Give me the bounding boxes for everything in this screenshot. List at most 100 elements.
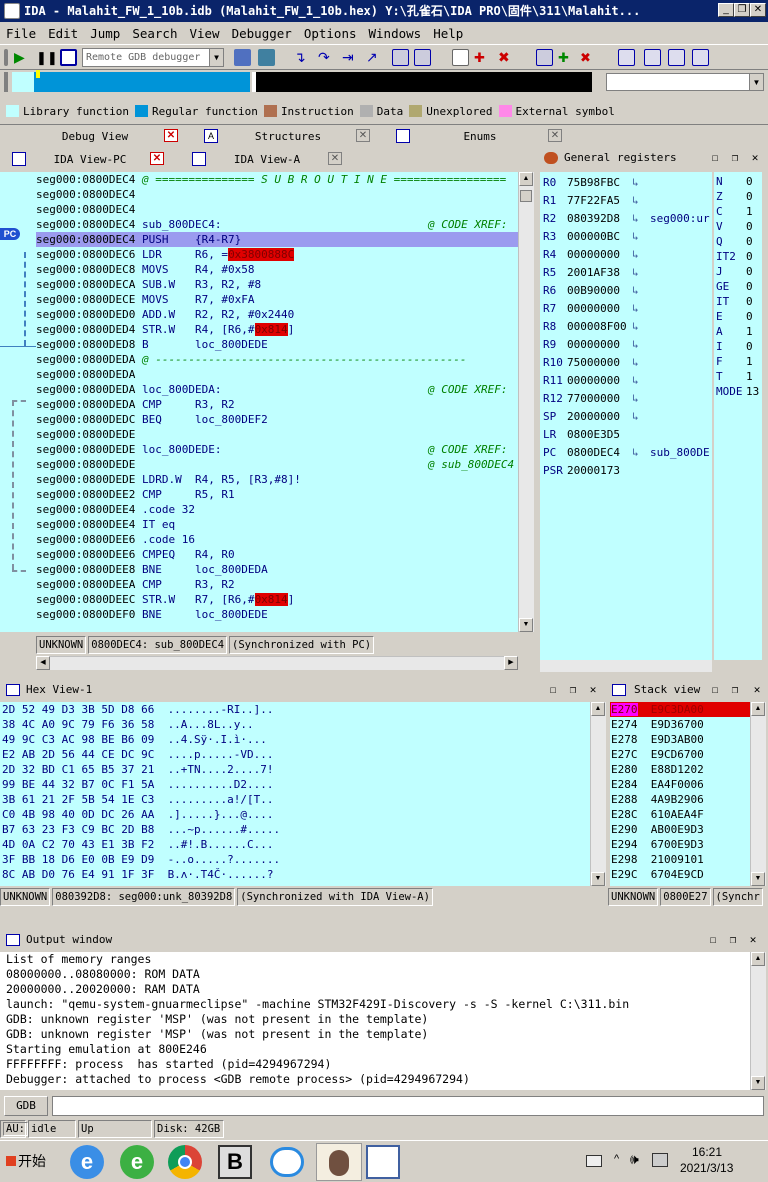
asm-line[interactable]: seg000:0800DEE6 .code 16 (36, 532, 518, 547)
hex-row[interactable]: 8C AB D0 76 E4 91 1F 3F B.ʌ·.T4Č·......? (2, 867, 590, 882)
stack-row[interactable]: E29C 6704E9CD (610, 867, 750, 882)
add-trace-icon[interactable]: ✚ (558, 49, 575, 66)
asm-line[interactable]: seg000:0800DEE8 BNE loc_800DEDA (36, 562, 518, 577)
flag-row[interactable]: IT 0 (714, 294, 762, 309)
restore-icon[interactable]: ❐ (728, 151, 742, 165)
cloud-app-icon[interactable] (270, 1147, 304, 1177)
register-row[interactable]: R0 75B98FBC ↳ (540, 174, 712, 192)
register-row[interactable]: R1 77F22FA5 ↳ (540, 192, 712, 210)
clock-date[interactable]: 2021/3/13 (680, 1161, 733, 1175)
asm-line[interactable]: seg000:0800DED0 ADD.W R2, R2, #0x2440 (36, 307, 518, 322)
flag-row[interactable]: I0 (714, 339, 762, 354)
stack-row[interactable]: E280 E88D1202 (610, 762, 750, 777)
asm-line[interactable]: seg000:0800DECA SUB.W R3, R2, #8 (36, 277, 518, 292)
network-icon[interactable] (652, 1153, 668, 1167)
jump-arrow-icon[interactable]: ↳ (632, 372, 639, 390)
register-row[interactable]: R8 000008F00 ↳ (540, 318, 712, 336)
hex-row[interactable]: 4D 0A C2 70 43 E1 3B F2 ..#!.B......C... (2, 837, 590, 852)
flag-row[interactable]: IT2 0 (714, 249, 762, 264)
stack-row[interactable]: E298 21009101 (610, 852, 750, 867)
asm-line[interactable]: seg000:0800DEDA loc_800DEDA: @ CODE XREF: (36, 382, 518, 397)
stack-row[interactable]: E288 4A9B2906 (610, 792, 750, 807)
scroll-up-button[interactable]: ▲ (591, 702, 605, 716)
asm-line[interactable]: seg000:0800DEC4 PUSH {R4-R7} (36, 232, 518, 247)
close-icon[interactable]: ✕ (164, 129, 178, 142)
menu-windows[interactable]: Windows (363, 26, 428, 41)
output-scrollbar[interactable] (750, 952, 766, 1090)
menu-help[interactable]: Help (427, 26, 469, 41)
asm-line[interactable]: seg000:0800DEC4 (36, 187, 518, 202)
hex-row[interactable]: 49 9C C3 AC 98 BE B6 09 ..4.Sÿ·.I.ì·... (2, 732, 590, 747)
ie-icon[interactable]: e (70, 1145, 104, 1179)
disassembly-listing[interactable]: seg000:0800DEC4 @ =============== S U B … (36, 172, 518, 632)
delete-breakpoint-icon[interactable]: ✖ (498, 49, 515, 66)
jump-arrow-icon[interactable]: ↳ (632, 318, 639, 336)
minimize-icon[interactable]: ☐ (708, 151, 722, 165)
scroll-up-button[interactable]: ▲ (751, 702, 765, 716)
minimize-icon[interactable]: ☐ (546, 683, 560, 697)
close-icon[interactable]: ✕ (750, 683, 764, 697)
regs-hscroll[interactable] (540, 660, 712, 672)
flag-row[interactable]: N0 (714, 174, 762, 189)
jump-arrow-icon[interactable]: ↳ (632, 228, 639, 246)
menu-debugger[interactable]: Debugger (226, 26, 298, 41)
remove-trace-icon[interactable]: ✖ (580, 49, 597, 66)
asm-line[interactable]: seg000:0800DEDA CMP R3, R2 (36, 397, 518, 412)
register-row[interactable]: R3 000000BC ↳ (540, 228, 712, 246)
restore-icon[interactable]: ❐ (726, 933, 740, 947)
asm-line[interactable]: seg000:0800DEC4 @ =============== S U B … (36, 172, 518, 187)
asm-hscroll[interactable] (36, 656, 518, 670)
minimize-button[interactable]: _ (718, 3, 734, 17)
flag-row[interactable]: T1 (714, 369, 762, 384)
register-row[interactable]: R6 00B90000 ↳ (540, 282, 712, 300)
asm-line[interactable]: seg000:0800DEEC STR.W R7, [R6,#0x814] (36, 592, 518, 607)
hex-dump[interactable]: 2D 52 49 D3 3B 5D D8 66 ........-RI..]..… (0, 702, 590, 886)
volume-icon[interactable]: 🕪 (630, 1151, 639, 1168)
asm-line[interactable]: seg000:0800DED8 B loc_800DEDE (36, 337, 518, 352)
close-icon[interactable]: ✕ (586, 683, 600, 697)
menu-edit[interactable]: Edit (42, 26, 84, 41)
stack-list[interactable]: E270 E9C3DA00 E274 E9D36700 E278 E9D3AB00 E… (610, 702, 750, 886)
asm-line[interactable]: seg000:0800DED4 STR.W R4, [R6,#0x814] (36, 322, 518, 337)
hex-row[interactable]: 2D 32 BD C1 65 B5 37 21 ..+TN....2....7! (2, 762, 590, 777)
jump-arrow-icon[interactable]: ↳ (632, 354, 639, 372)
menu-file[interactable]: File (0, 26, 42, 41)
list3-icon[interactable] (692, 49, 709, 66)
chrome-icon[interactable] (168, 1145, 202, 1179)
flag-row[interactable]: A1 (714, 324, 762, 339)
windows-icon[interactable] (392, 49, 409, 66)
notepad-icon[interactable] (366, 1145, 400, 1179)
step-into-icon[interactable]: ↴ (294, 49, 311, 66)
close-icon[interactable]: ✕ (150, 152, 164, 165)
register-row[interactable]: R12 77000000 ↳ (540, 390, 712, 408)
asm-line[interactable]: seg000:0800DECE MOVS R7, #0xFA (36, 292, 518, 307)
cli-language-button[interactable]: GDB (4, 1096, 48, 1116)
browser360-icon[interactable]: e (120, 1145, 154, 1179)
jump-arrow-icon[interactable]: ↳ (632, 390, 639, 408)
nav-band-unexplored[interactable] (256, 72, 592, 92)
asm-line[interactable]: seg000:0800DEC8 MOVS R4, #0x58 (36, 262, 518, 277)
step-out-icon[interactable]: ↗ (366, 49, 383, 66)
output-log[interactable]: List of memory ranges 08000000..08080000:… (0, 952, 750, 1090)
close-icon[interactable]: ✕ (328, 152, 342, 165)
hex-row[interactable]: 38 4C A0 9C 79 F6 36 58 ..A...8L..y.. (2, 717, 590, 732)
hex-scrollbar[interactable] (590, 702, 606, 886)
pause-icon[interactable]: ❚❚ (36, 49, 58, 66)
command-input[interactable] (52, 1096, 764, 1116)
asm-scrollbar[interactable] (518, 172, 534, 632)
minimize-icon[interactable]: ☐ (708, 683, 722, 697)
menu-options[interactable]: Options (298, 26, 363, 41)
jump-arrow-icon[interactable]: ↳ (632, 444, 639, 462)
scroll-down-button[interactable]: ▼ (591, 872, 605, 886)
stack-row[interactable]: E274 E9D36700 (610, 717, 750, 732)
start-button[interactable]: 开始 (2, 1147, 52, 1177)
jump-icon[interactable] (618, 49, 635, 66)
close-icon[interactable]: ✕ (748, 151, 762, 165)
hex-row[interactable]: B7 63 23 F3 C9 BC 2D B8 ...~p......#....… (2, 822, 590, 837)
hex-row[interactable]: 3B 61 21 2F 5B 54 1E C3 .........a!/[T.. (2, 792, 590, 807)
scroll-down-button[interactable]: ▼ (519, 618, 533, 632)
stack-row[interactable]: E270 E9C3DA00 (610, 702, 750, 717)
b-app-icon[interactable]: B (218, 1145, 252, 1179)
attach-icon[interactable] (234, 49, 251, 66)
tab-enums[interactable]: Enums (390, 127, 570, 147)
